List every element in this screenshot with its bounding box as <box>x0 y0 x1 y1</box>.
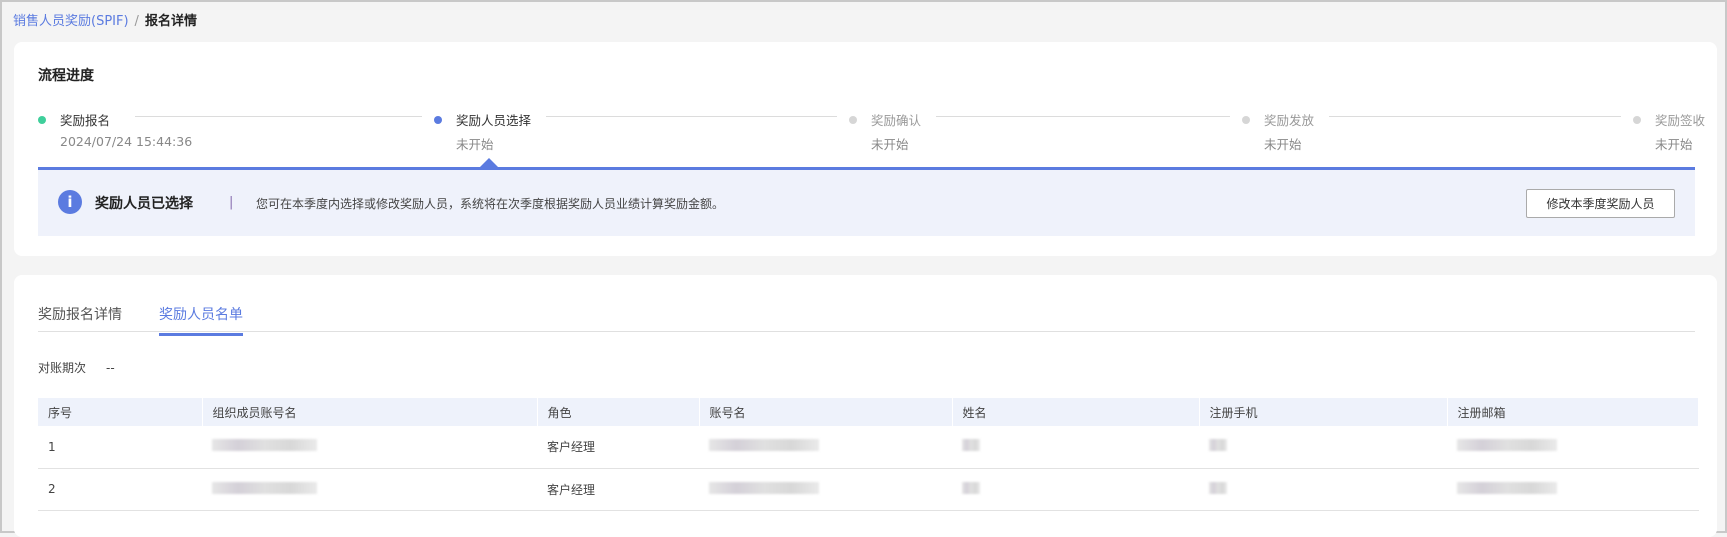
redacted-block <box>962 481 980 494</box>
step-dot-icon <box>38 115 46 124</box>
step-status: 未开始 <box>456 137 494 152</box>
personnel-table: 序号 组织成员账号名 角色 账号名 姓名 注册手机 注册邮箱 1 客户经理 2 客户经理 <box>38 398 1699 511</box>
cell-redacted <box>952 468 1199 511</box>
cell-redacted <box>202 426 537 469</box>
alert-text: 您可在本季度内选择或修改奖励人员，系统将在次季度根据奖励人员业绩计算奖励金额。 <box>256 197 725 211</box>
column-header: 组织成员账号名 <box>202 398 538 426</box>
step-status: 未开始 <box>871 137 909 152</box>
progress-title: 流程进度 <box>38 68 94 84</box>
step-connector <box>135 116 422 117</box>
cell-redacted <box>1447 426 1699 469</box>
step-label: 奖励发放 <box>1264 113 1315 128</box>
step-status: 未开始 <box>1264 137 1302 152</box>
step-dot-icon <box>1242 115 1250 124</box>
cell-redacted <box>202 468 537 511</box>
column-header: 序号 <box>38 398 203 426</box>
step-label: 奖励签收 <box>1655 113 1706 128</box>
step-dot-icon <box>434 115 442 124</box>
table-row: 2 客户经理 <box>38 468 1699 511</box>
redacted-block <box>709 481 819 494</box>
tab-bar: 奖励报名详情 奖励人员名单 <box>38 275 1695 336</box>
cell-redacted <box>952 426 1199 469</box>
breadcrumb-parent-link[interactable]: 销售人员奖励(SPIF) <box>13 14 129 29</box>
reconciliation-period: 对账期次 -- <box>38 359 115 376</box>
cell-redacted <box>699 468 952 511</box>
step-status: 2024/07/24 15:44:36 <box>60 134 193 149</box>
redacted-block <box>962 439 980 452</box>
step-connector <box>1329 116 1621 117</box>
redacted-block <box>1457 481 1557 494</box>
step-status: 未开始 <box>1655 137 1693 152</box>
detail-card: 奖励报名详情 奖励人员名单 对账期次 -- 序号 组织成员账号名 角色 账号名 姓名 注册手… <box>14 275 1717 537</box>
breadcrumb-current: 报名详情 <box>144 14 197 29</box>
table-row: 1 客户经理 <box>38 426 1699 469</box>
column-header: 注册手机 <box>1199 398 1448 426</box>
column-header: 角色 <box>537 398 700 426</box>
breadcrumb: 销售人员奖励(SPIF) / 报名详情 <box>13 10 197 29</box>
step-dot-icon <box>849 115 857 124</box>
alert-divider: | <box>229 195 234 210</box>
tab-registration-details[interactable]: 奖励报名详情 <box>38 304 122 333</box>
reconciliation-label: 对账期次 <box>38 361 87 375</box>
cell-role: 客户经理 <box>537 426 699 469</box>
cell-redacted <box>699 426 952 469</box>
progress-step: 奖励签收 <box>1633 110 1705 129</box>
cell-index: 2 <box>38 468 202 511</box>
step-label: 奖励人员选择 <box>456 113 532 128</box>
step-connector <box>936 116 1230 117</box>
progress-step: 奖励发放 <box>1242 110 1314 129</box>
progress-card: 流程进度 奖励报名 2024/07/24 15:44:36 奖励人员选择 未开始 奖励确… <box>14 42 1717 256</box>
cell-role: 客户经理 <box>537 468 699 511</box>
redacted-block <box>1209 481 1227 494</box>
progress-step: 奖励确认 <box>849 110 921 129</box>
tab-personnel-list[interactable]: 奖励人员名单 <box>159 304 243 336</box>
step-dot-icon <box>1633 115 1641 124</box>
redacted-block <box>212 481 317 494</box>
redacted-block <box>709 439 819 452</box>
step-label: 奖励确认 <box>871 113 922 128</box>
redacted-block <box>1209 439 1227 452</box>
progress-step: 奖励报名 <box>38 110 110 129</box>
step-label: 奖励报名 <box>60 113 111 128</box>
breadcrumb-separator: / <box>134 14 139 29</box>
redacted-block <box>1457 439 1557 452</box>
current-step-pointer <box>480 158 498 167</box>
cell-redacted <box>1199 426 1447 469</box>
column-header: 账号名 <box>699 398 953 426</box>
step-connector <box>546 116 837 117</box>
alert-title: 奖励人员已选择 <box>95 196 193 212</box>
cell-redacted <box>1447 468 1699 511</box>
info-icon: i <box>58 190 82 214</box>
redacted-block <box>212 439 317 452</box>
column-header: 姓名 <box>952 398 1200 426</box>
status-alert: i 奖励人员已选择 | 您可在本季度内选择或修改奖励人员，系统将在次季度根据奖励… <box>38 167 1695 236</box>
reconciliation-value: -- <box>106 361 115 375</box>
cell-index: 1 <box>38 426 202 469</box>
modify-award-personnel-button[interactable]: 修改本季度奖励人员 <box>1526 189 1675 218</box>
column-header: 注册邮箱 <box>1447 398 1699 426</box>
progress-step: 奖励人员选择 <box>434 110 531 129</box>
cell-redacted <box>1199 468 1447 511</box>
